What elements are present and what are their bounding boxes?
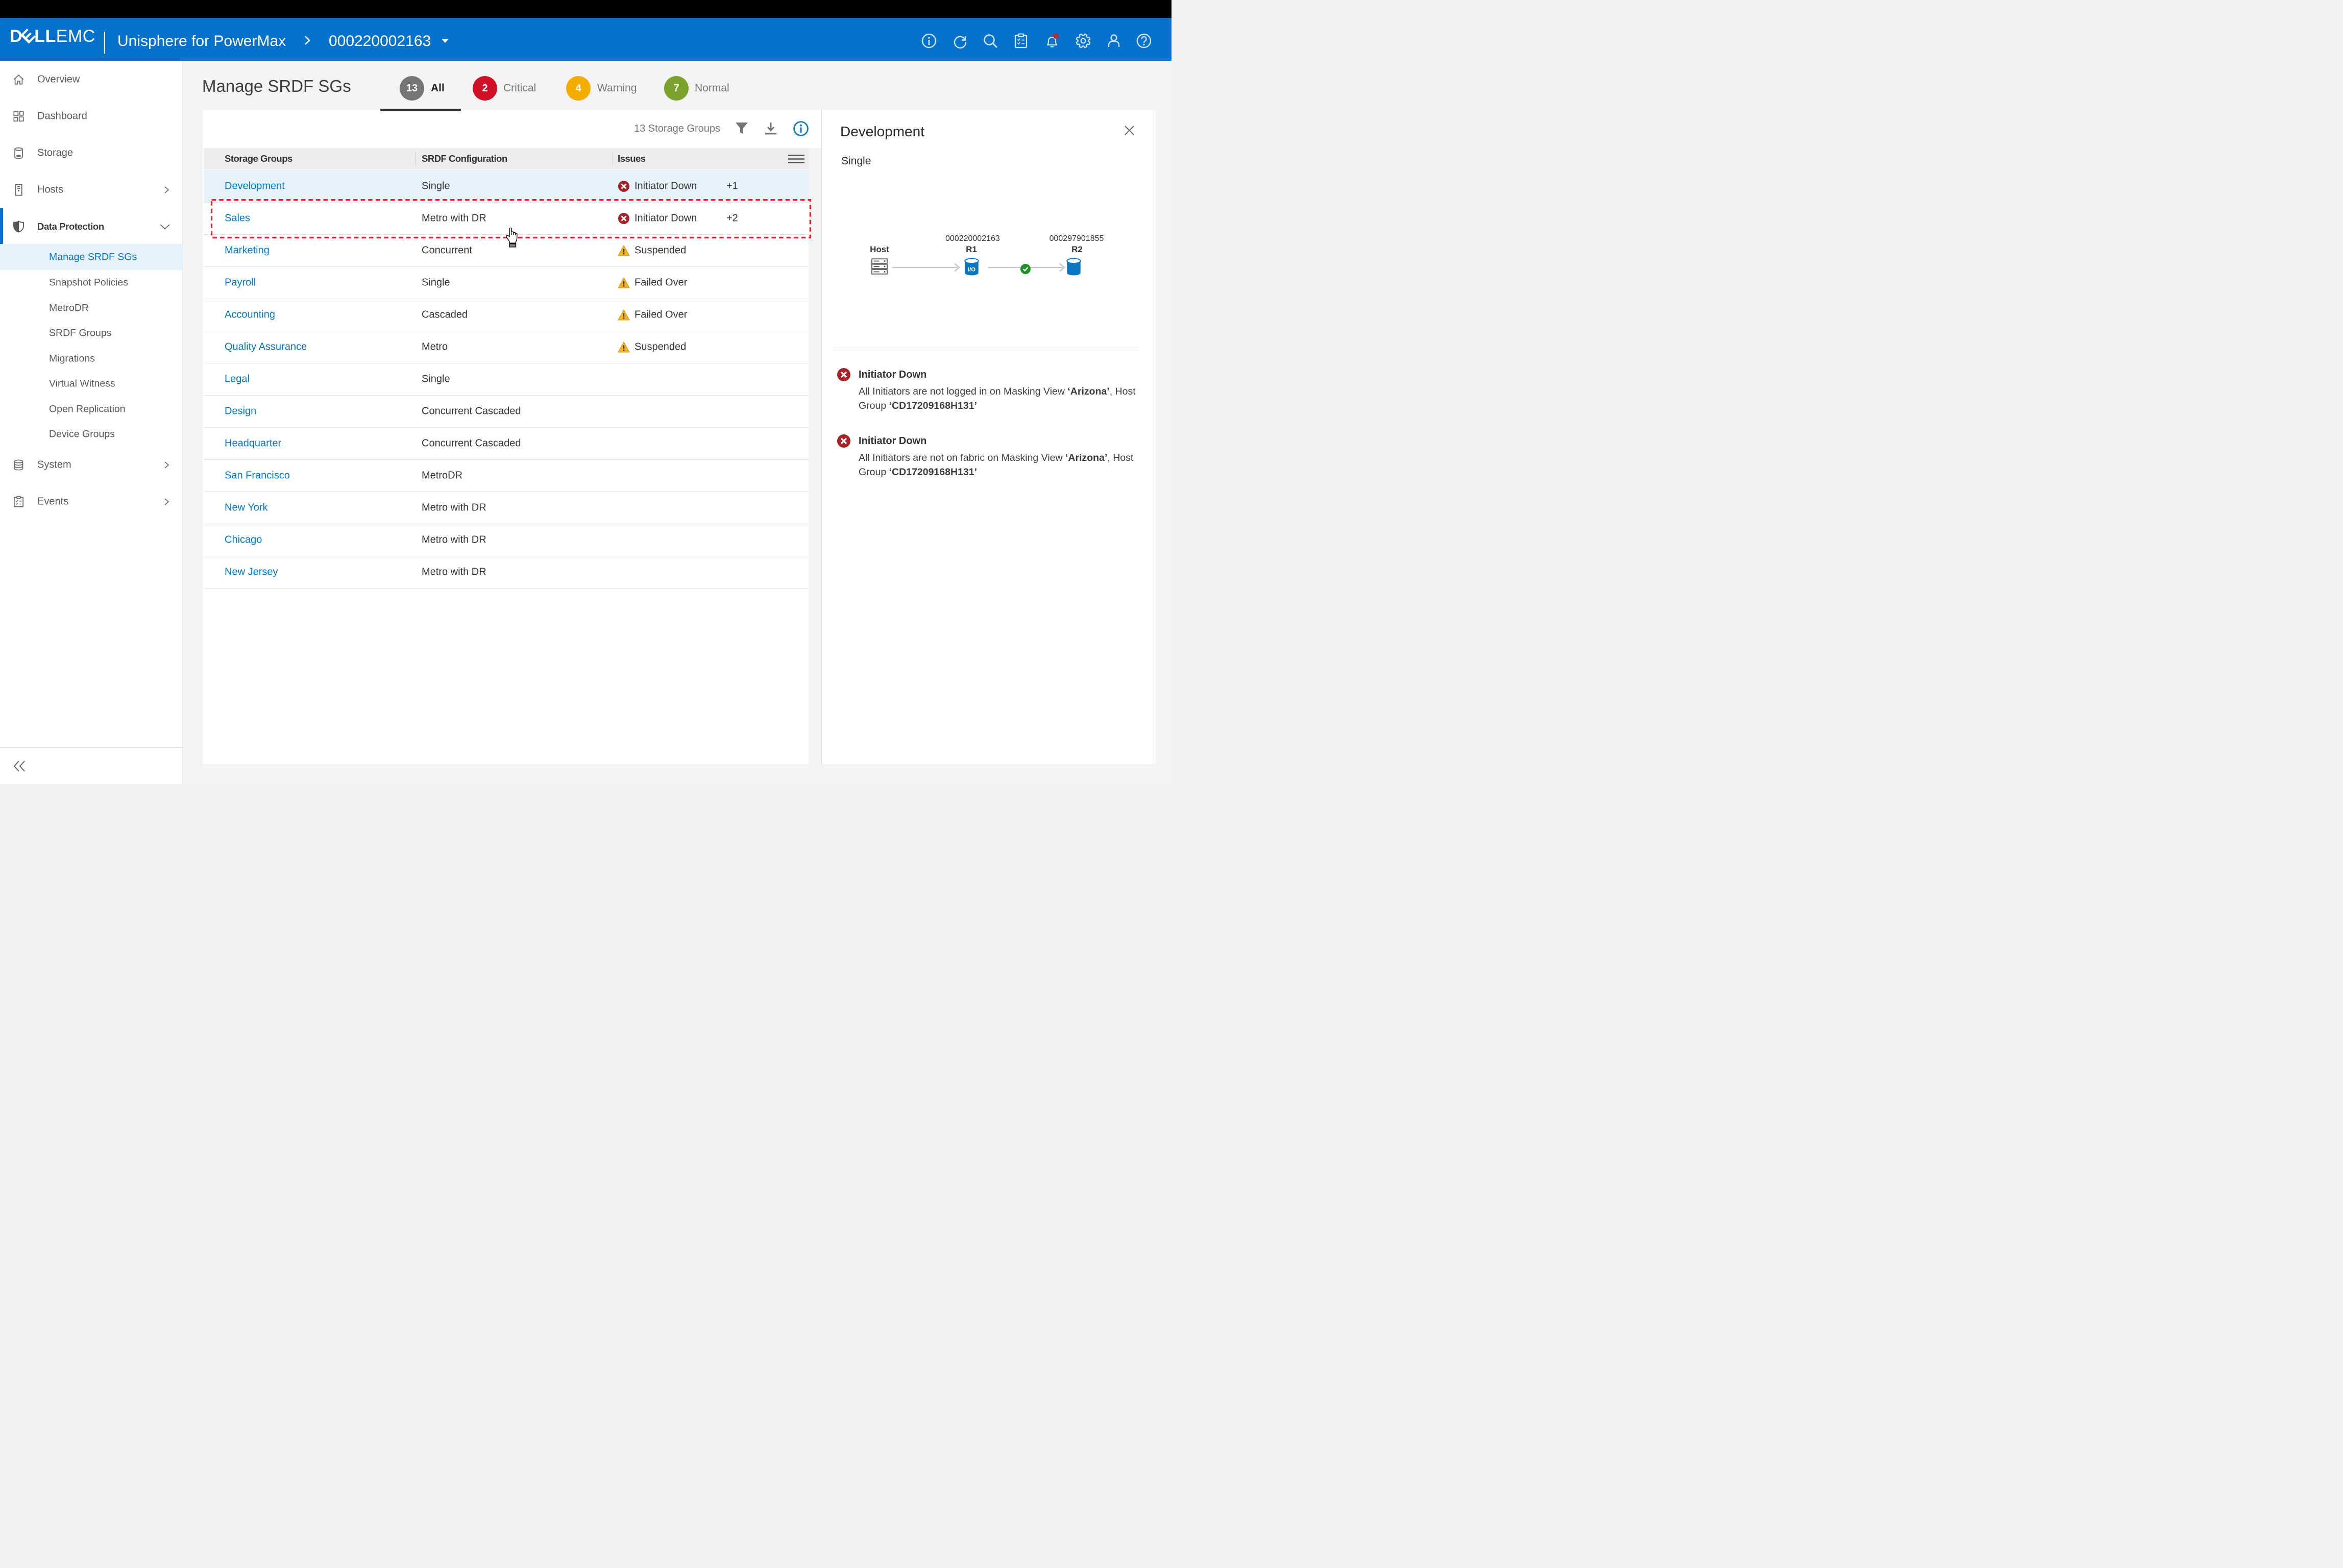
svg-text:I/O: I/O bbox=[968, 267, 975, 273]
